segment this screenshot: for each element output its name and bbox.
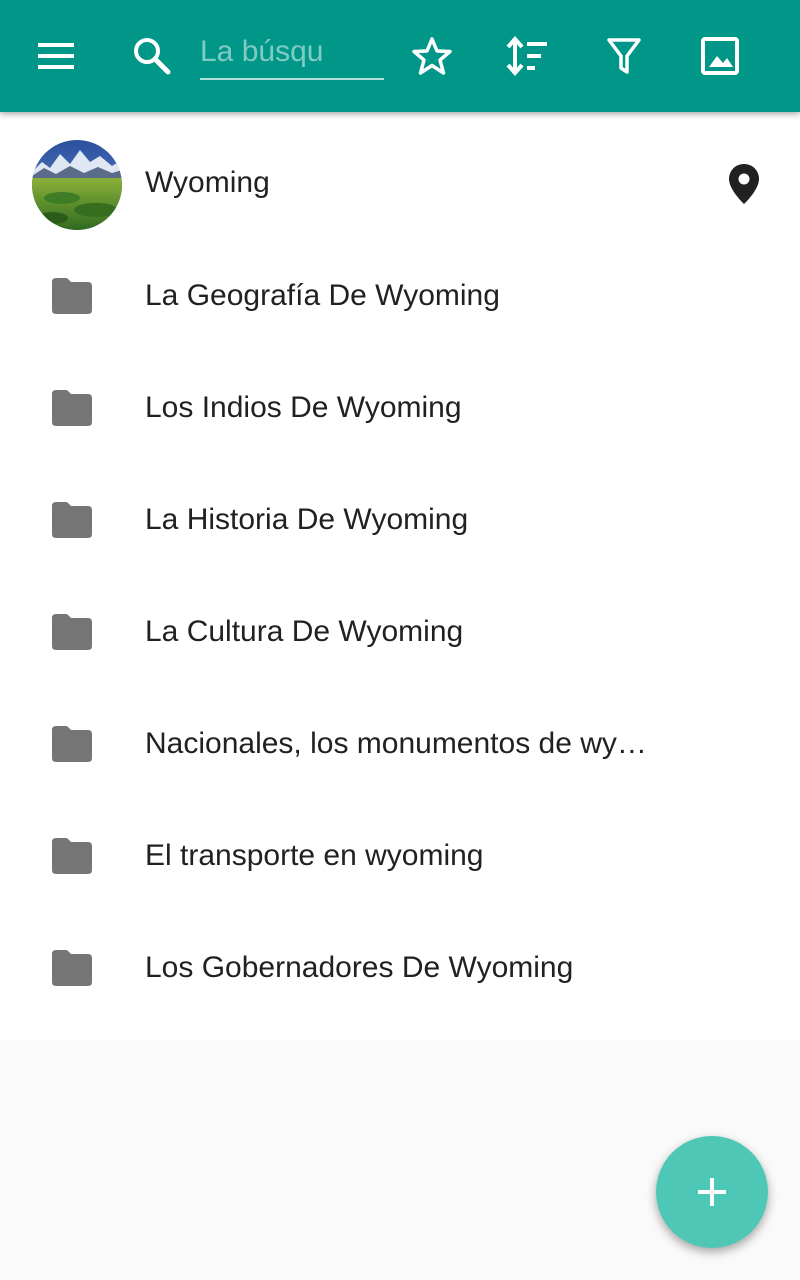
folder-label: La Cultura De Wyoming — [145, 615, 464, 648]
list-item-folder[interactable]: Los Indios De Wyoming — [0, 352, 800, 464]
sort-icon[interactable] — [499, 28, 555, 84]
list-item-folder[interactable]: La Geografía De Wyoming — [0, 240, 800, 352]
map-pin-icon[interactable] — [726, 162, 762, 206]
folder-icon — [52, 278, 92, 314]
add-icon — [698, 1178, 726, 1206]
folder-label: La Historia De Wyoming — [145, 503, 469, 536]
folder-label: Los Gobernadores De Wyoming — [145, 951, 574, 984]
filter-icon[interactable] — [596, 28, 652, 84]
list-item-folder[interactable]: El transporte en wyoming — [0, 800, 800, 912]
search-input[interactable] — [200, 26, 384, 80]
search-icon[interactable] — [124, 28, 180, 84]
avatar — [32, 140, 122, 230]
add-button[interactable] — [656, 1136, 768, 1248]
header-item-wyoming[interactable]: Wyoming — [0, 128, 800, 238]
folder-label: La Geografía De Wyoming — [145, 279, 500, 312]
folder-icon — [52, 614, 92, 650]
folder-icon — [52, 838, 92, 874]
folder-icon — [52, 950, 92, 986]
folder-label: Los Indios De Wyoming — [145, 391, 462, 424]
list-item-folder[interactable]: La Historia De Wyoming — [0, 464, 800, 576]
folder-label: El transporte en wyoming — [145, 839, 484, 872]
folder-label: Nacionales, los monumentos de wyoming — [145, 727, 660, 760]
folder-icon — [52, 390, 92, 426]
hamburger-menu-icon[interactable] — [28, 28, 84, 84]
list-item-folder[interactable]: La Cultura De Wyoming — [0, 576, 800, 688]
list-item-folder[interactable]: Los Gobernadores De Wyoming — [0, 912, 800, 1024]
folder-list: Wyoming La Geografía De Wyoming Los Indi… — [0, 112, 800, 1040]
folder-icon — [52, 502, 92, 538]
list-item-folder[interactable]: Nacionales, los monumentos de wyoming — [0, 688, 800, 800]
star-outline-icon[interactable] — [404, 28, 460, 84]
header-item-title: Wyoming — [145, 166, 270, 199]
folder-icon — [52, 726, 92, 762]
image-icon[interactable] — [692, 28, 748, 84]
app-toolbar — [0, 0, 800, 112]
